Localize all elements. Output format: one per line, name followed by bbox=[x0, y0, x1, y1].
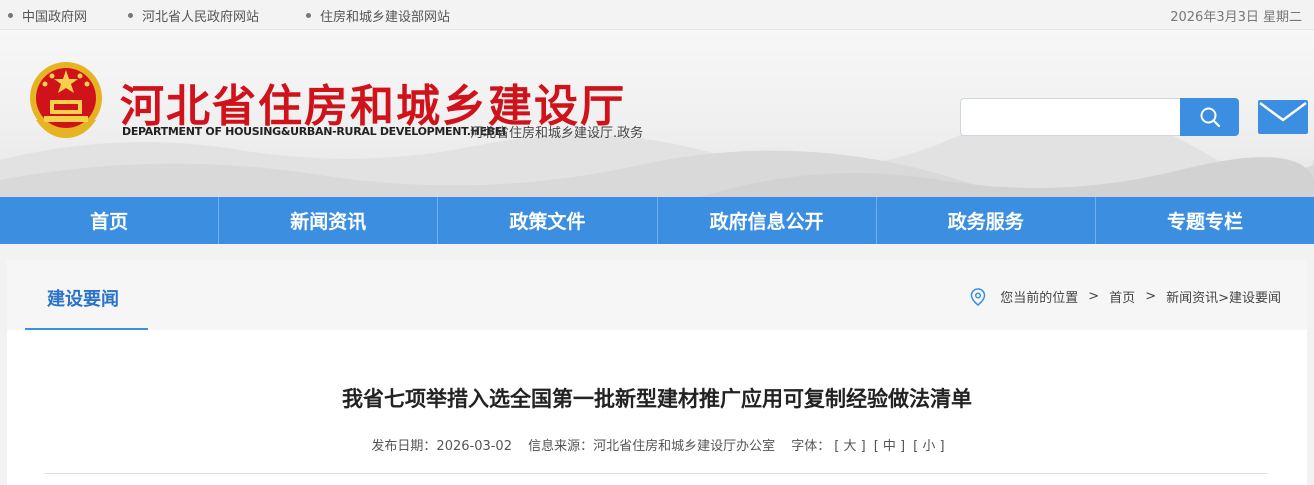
main-nav: 首页 新闻资讯 政策文件 政府信息公开 政务服务 专题专栏 bbox=[0, 197, 1314, 244]
mail-icon[interactable] bbox=[1258, 100, 1308, 134]
breadcrumb-home-link[interactable]: 首页 bbox=[1109, 287, 1135, 306]
nav-services[interactable]: 政务服务 bbox=[877, 197, 1096, 244]
font-size-label: 字体： bbox=[791, 439, 831, 454]
publish-date: 发布日期：2026-03-02 bbox=[371, 439, 512, 454]
location-pin-icon bbox=[970, 287, 986, 306]
link-mohurd[interactable]: 住房和城乡建设部网站 bbox=[306, 6, 450, 25]
content-panel: 建设要闻 您当前的位置 > 首页 > 新闻资讯>建设要闻 我省七项举措入选全国第… bbox=[7, 260, 1307, 485]
bullet-icon bbox=[306, 13, 311, 18]
font-large-button[interactable]: [ 大 ] bbox=[834, 439, 865, 454]
breadcrumb-separator: > bbox=[1145, 289, 1157, 304]
nav-news[interactable]: 新闻资讯 bbox=[219, 197, 439, 244]
section-header: 建设要闻 您当前的位置 > 首页 > 新闻资讯>建设要闻 bbox=[7, 260, 1307, 330]
font-small-button[interactable]: [ 小 ] bbox=[913, 439, 944, 454]
link-hebei-gov[interactable]: 河北省人民政府网站 bbox=[128, 6, 259, 25]
section-title: 建设要闻 bbox=[47, 289, 119, 310]
article-meta: 发布日期：2026-03-02 信息来源：河北省住房和城乡建设厅办公室 字体：[… bbox=[7, 435, 1307, 454]
bullet-icon bbox=[128, 13, 133, 18]
national-emblem-icon bbox=[30, 62, 102, 138]
link-gov-cn-label[interactable]: 中国政府网 bbox=[22, 6, 87, 25]
nav-home[interactable]: 首页 bbox=[0, 197, 220, 244]
breadcrumb-path-link[interactable]: 新闻资讯>建设要闻 bbox=[1166, 287, 1281, 306]
nav-topics[interactable]: 专题专栏 bbox=[1096, 197, 1314, 244]
site-subtitle: 河北省住房和城乡建设厅.政务 bbox=[470, 126, 644, 141]
breadcrumb-prefix: 您当前的位置 bbox=[1000, 291, 1079, 306]
breadcrumb: 您当前的位置 > 首页 > 新闻资讯>建设要闻 bbox=[970, 287, 1281, 306]
section-underline bbox=[25, 328, 148, 330]
search-button[interactable] bbox=[1180, 98, 1239, 136]
nav-gov-info[interactable]: 政府信息公开 bbox=[658, 197, 877, 244]
search-input[interactable] bbox=[960, 98, 1180, 136]
nav-policy[interactable]: 政策文件 bbox=[438, 197, 658, 244]
top-bar: 中国政府网 河北省人民政府网站 住房和城乡建设部网站 2026年3月3日 星期二 bbox=[0, 0, 1314, 30]
breadcrumb-separator: > bbox=[1088, 289, 1100, 304]
current-date: 2026年3月3日 星期二 bbox=[1170, 10, 1302, 25]
divider bbox=[45, 473, 1267, 474]
article-title: 我省七项举措入选全国第一批新型建材推广应用可复制经验做法清单 bbox=[342, 387, 972, 411]
link-mohurd-label[interactable]: 住房和城乡建设部网站 bbox=[320, 6, 450, 25]
link-gov-cn[interactable]: 中国政府网 bbox=[8, 6, 87, 25]
site-title-en: DEPARTMENT OF HOUSING&URBAN-RURAL DEVELO… bbox=[122, 125, 506, 138]
bullet-icon bbox=[8, 13, 13, 18]
info-source: 信息来源：河北省住房和城乡建设厅办公室 bbox=[528, 439, 776, 454]
font-medium-button[interactable]: [ 中 ] bbox=[874, 439, 905, 454]
link-hebei-gov-label[interactable]: 河北省人民政府网站 bbox=[142, 6, 259, 25]
site-header: 河北省住房和城乡建设厅 DEPARTMENT OF HOUSING&URBAN-… bbox=[0, 30, 1314, 197]
search-icon bbox=[1200, 107, 1220, 128]
